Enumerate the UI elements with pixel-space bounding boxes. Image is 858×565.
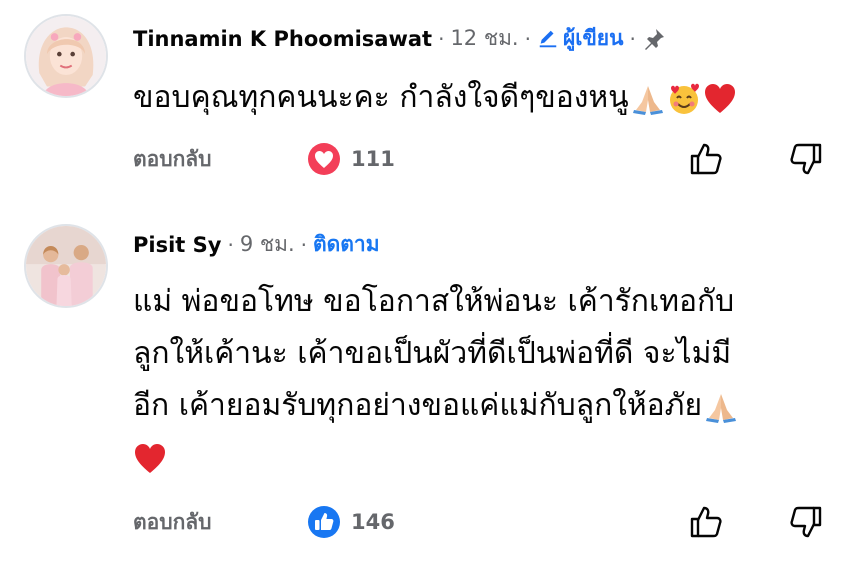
reaction-summary[interactable]: 146 <box>307 505 395 539</box>
reply-button[interactable]: ตอบกลับ <box>133 506 307 539</box>
separator-dot: · <box>438 26 445 51</box>
avatar[interactable] <box>24 14 108 98</box>
reaction-count: 111 <box>351 147 395 171</box>
comment-header: Pisit Sy · 9 ชม. · ติดตาม <box>133 228 380 261</box>
reply-button[interactable]: ตอบกลับ <box>133 143 307 176</box>
comment-header: Tinnamin K Phoomisawat · 12 ชม. · ผู้เขี… <box>133 22 666 55</box>
author-badge-label: ผู้เขียน <box>562 26 624 50</box>
pencil-icon <box>539 30 557 47</box>
comment-text: แม่ พ่อขอโทษ ขอโอกาสให้พ่อนะ เค้ารักเทอก… <box>133 276 833 484</box>
reaction-count: 146 <box>351 510 395 534</box>
thumbs-up-icon[interactable] <box>688 504 724 540</box>
separator-dot: · <box>227 232 234 257</box>
love-reaction-icon <box>308 143 340 175</box>
comment-text-line: ขอบคุณทุกคนนะคะ กำลังใจดีๆของหนู <box>133 72 833 124</box>
comment-text-line: แม่ พ่อขอโทษ ขอโอกาสให้พ่อนะ เค้ารักเทอก… <box>133 284 735 319</box>
red-heart-emoji <box>703 82 737 116</box>
comment-text-line: ลูกให้เค้านะ เค้าขอเป็นผัวที่ดีเป็นพ่อที… <box>133 336 732 371</box>
comment-tinnamin: Tinnamin K Phoomisawat · 12 ชม. · ผู้เขี… <box>0 0 858 200</box>
thumbs-up-icon[interactable] <box>688 141 724 177</box>
smiling-face-with-hearts-emoji <box>667 82 701 116</box>
reaction-summary[interactable]: 111 <box>307 142 395 176</box>
comment-text-line: อีก เค้ายอมรับทุกอย่างขอแค่แม่กับลูกให้อ… <box>133 380 833 432</box>
separator-dot: · <box>300 232 307 257</box>
separator-dot: · <box>629 26 636 51</box>
timestamp[interactable]: 12 ชม. <box>450 22 518 55</box>
pin-icon <box>644 28 664 50</box>
red-heart-emoji <box>133 442 167 476</box>
separator-dot: · <box>524 26 531 51</box>
like-reaction-icon <box>308 506 340 538</box>
folded-hands-emoji <box>631 82 665 116</box>
comment-text: ขอบคุณทุกคนนะคะ กำลังใจดีๆของหนู <box>133 72 833 124</box>
avatar[interactable] <box>24 224 108 308</box>
author-name[interactable]: Tinnamin K Phoomisawat <box>133 27 432 51</box>
comment-actions: ตอบกลับ 111 <box>133 139 858 179</box>
timestamp[interactable]: 9 ชม. <box>240 228 295 261</box>
author-name[interactable]: Pisit Sy <box>133 233 221 257</box>
comment-actions: ตอบกลับ 146 <box>133 502 858 542</box>
comment-pisit: Pisit Sy · 9 ชม. · ติดตาม แม่ พ่อขอโทษ ข… <box>0 200 858 565</box>
author-badge: ผู้เขียน <box>537 22 624 55</box>
follow-button[interactable]: ติดตาม <box>313 228 380 261</box>
thumbs-down-icon[interactable] <box>788 141 824 177</box>
folded-hands-emoji <box>704 390 738 424</box>
comment-text-line <box>133 432 833 484</box>
thumbs-down-icon[interactable] <box>788 504 824 540</box>
